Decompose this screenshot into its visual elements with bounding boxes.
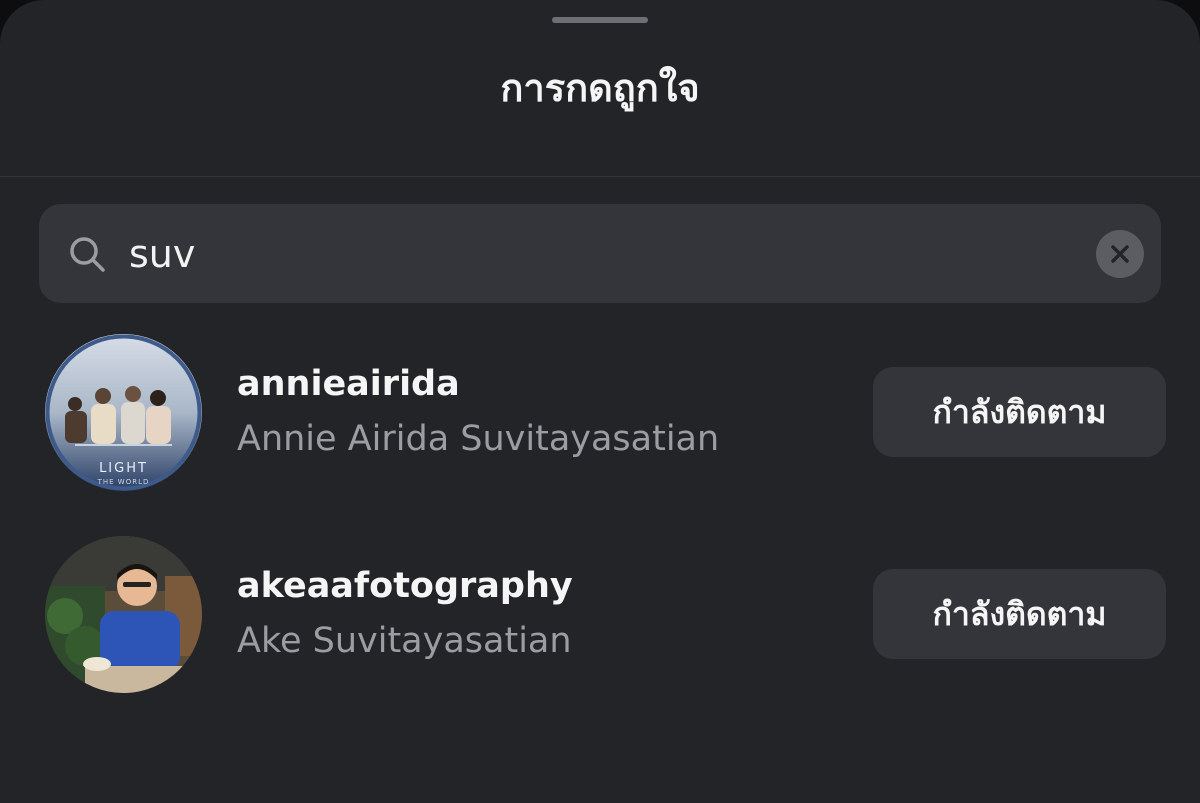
list-item[interactable]: akeaafotography Ake Suvitayasatian กำลัง…	[0, 536, 1200, 696]
header-divider	[0, 176, 1200, 177]
full-name: Annie Airida Suvitayasatian	[237, 419, 720, 459]
sheet-title: การกดถูกใจ	[500, 66, 700, 110]
avatar[interactable]	[45, 536, 202, 693]
svg-text:THE WORLD: THE WORLD	[97, 478, 150, 486]
following-button[interactable]: กำลังติดตาม	[873, 367, 1166, 457]
username[interactable]: akeaafotography	[237, 566, 573, 606]
search-icon	[70, 237, 105, 272]
search-bar[interactable]	[39, 204, 1161, 303]
search-input[interactable]	[129, 224, 1069, 284]
following-button[interactable]: กำลังติดตาม	[873, 569, 1166, 659]
clear-search-button[interactable]	[1096, 230, 1144, 278]
likes-sheet: การกดถูกใจ suv LIGHT THE WORLD annieairi…	[0, 0, 1200, 803]
username[interactable]: annieairida	[237, 364, 460, 404]
svg-text:LIGHT: LIGHT	[99, 461, 148, 476]
list-item[interactable]: LIGHT THE WORLD annieairida Annie Airida…	[0, 334, 1200, 494]
full-name: Ake Suvitayasatian	[237, 621, 572, 661]
close-icon	[1111, 245, 1129, 263]
avatar[interactable]: LIGHT THE WORLD	[45, 334, 202, 491]
sheet-grabber[interactable]	[552, 17, 648, 23]
